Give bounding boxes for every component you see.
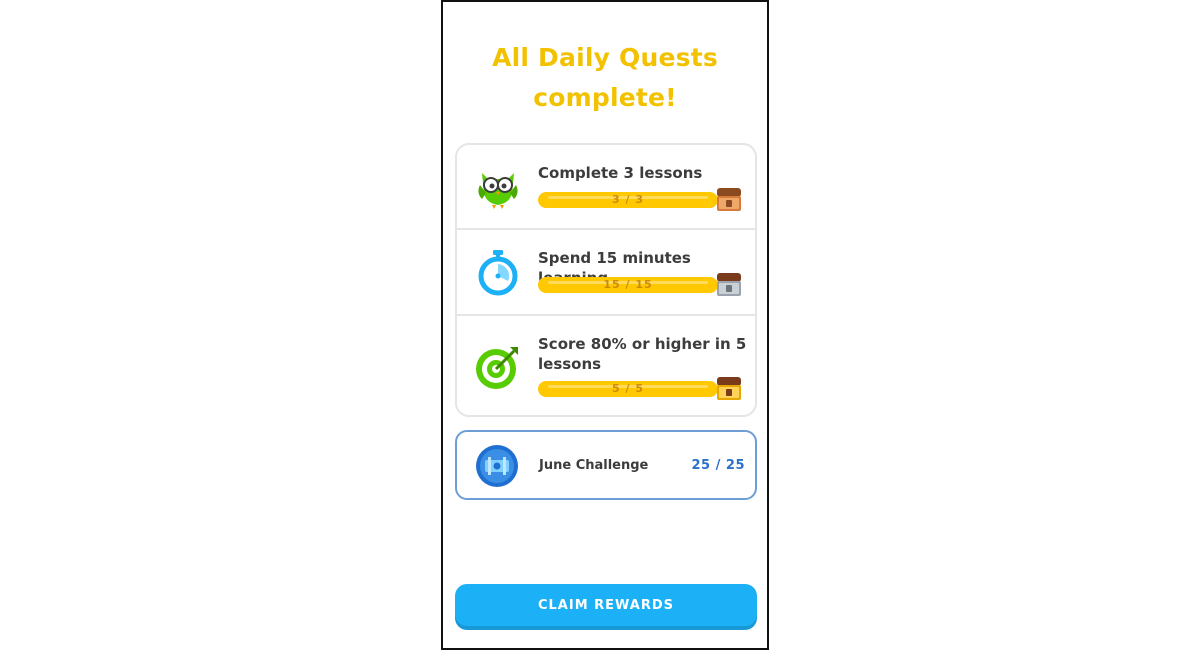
- page-title: All Daily Quests complete!: [443, 38, 767, 118]
- challenge-name: June Challenge: [539, 458, 649, 473]
- title-line-1: All Daily Quests: [492, 43, 718, 72]
- chest-icon: [717, 188, 741, 211]
- quest-title: Score 80% or higher in 5 lessons: [538, 335, 747, 373]
- owl-icon: [478, 173, 518, 209]
- quest-item: Spend 15 minutes learning 15 / 15: [457, 230, 755, 316]
- quest-progress-text: 5 / 5: [612, 382, 644, 395]
- quest-progress-text: 15 / 15: [603, 278, 653, 291]
- stopwatch-icon: [478, 250, 518, 296]
- chest-icon: [717, 273, 741, 296]
- challenge-progress: 25 / 25: [691, 458, 745, 473]
- chest-icon: [717, 377, 741, 400]
- quest-item: Score 80% or higher in 5 lessons 5 / 5: [457, 316, 755, 415]
- monthly-badge-icon: [476, 445, 518, 487]
- title-line-2: complete!: [533, 83, 677, 112]
- phone-screen: All Daily Quests complete! Complete 3 le…: [441, 0, 769, 650]
- quest-item: Complete 3 lessons 3 / 3: [457, 145, 755, 230]
- quest-progress-bar: 3 / 3: [538, 192, 718, 208]
- claim-rewards-button[interactable]: CLAIM REWARDS: [455, 584, 757, 626]
- quest-progress-bar: 5 / 5: [538, 381, 718, 397]
- monthly-challenge-card[interactable]: June Challenge 25 / 25: [455, 430, 757, 500]
- quest-progress-text: 3 / 3: [612, 193, 644, 206]
- quest-title: Complete 3 lessons: [538, 164, 703, 182]
- target-icon: [476, 347, 518, 389]
- daily-quests-list: Complete 3 lessons 3 / 3 Spend 15 minute…: [455, 143, 757, 417]
- quest-progress-bar: 15 / 15: [538, 277, 718, 293]
